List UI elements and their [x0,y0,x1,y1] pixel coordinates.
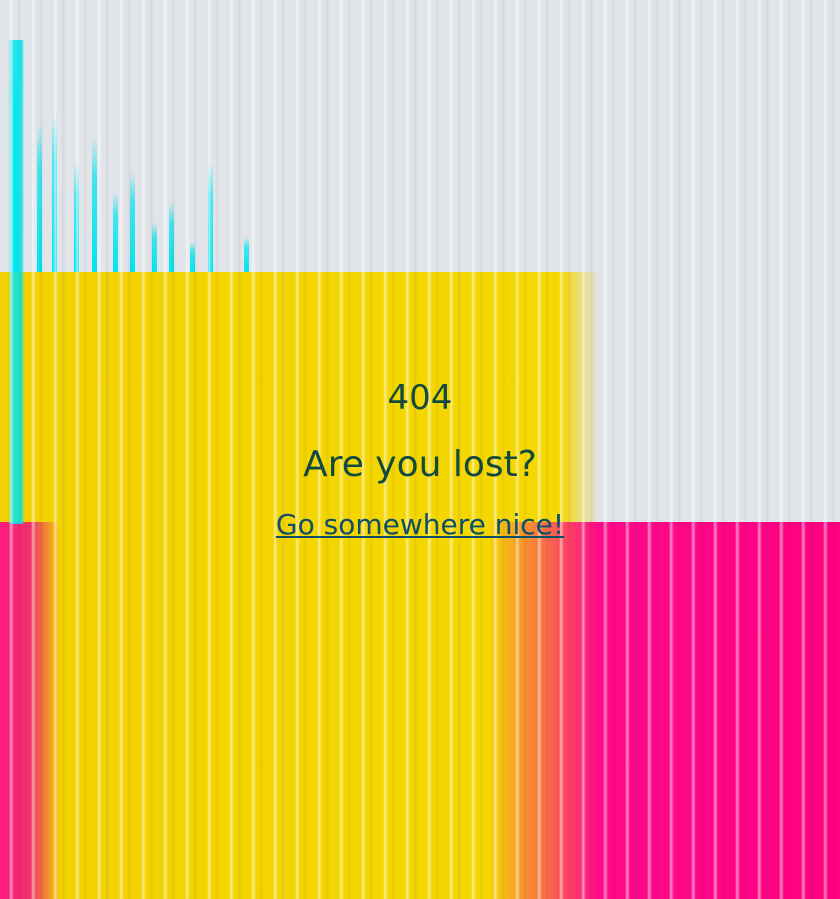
error-title: Are you lost? [303,444,537,485]
error-content: 404 Are you lost? Go somewhere nice! [0,0,840,899]
home-link-wrapper: Go somewhere nice! [0,508,840,541]
error-code: 404 [387,378,453,418]
home-link[interactable]: Go somewhere nice! [276,508,564,541]
